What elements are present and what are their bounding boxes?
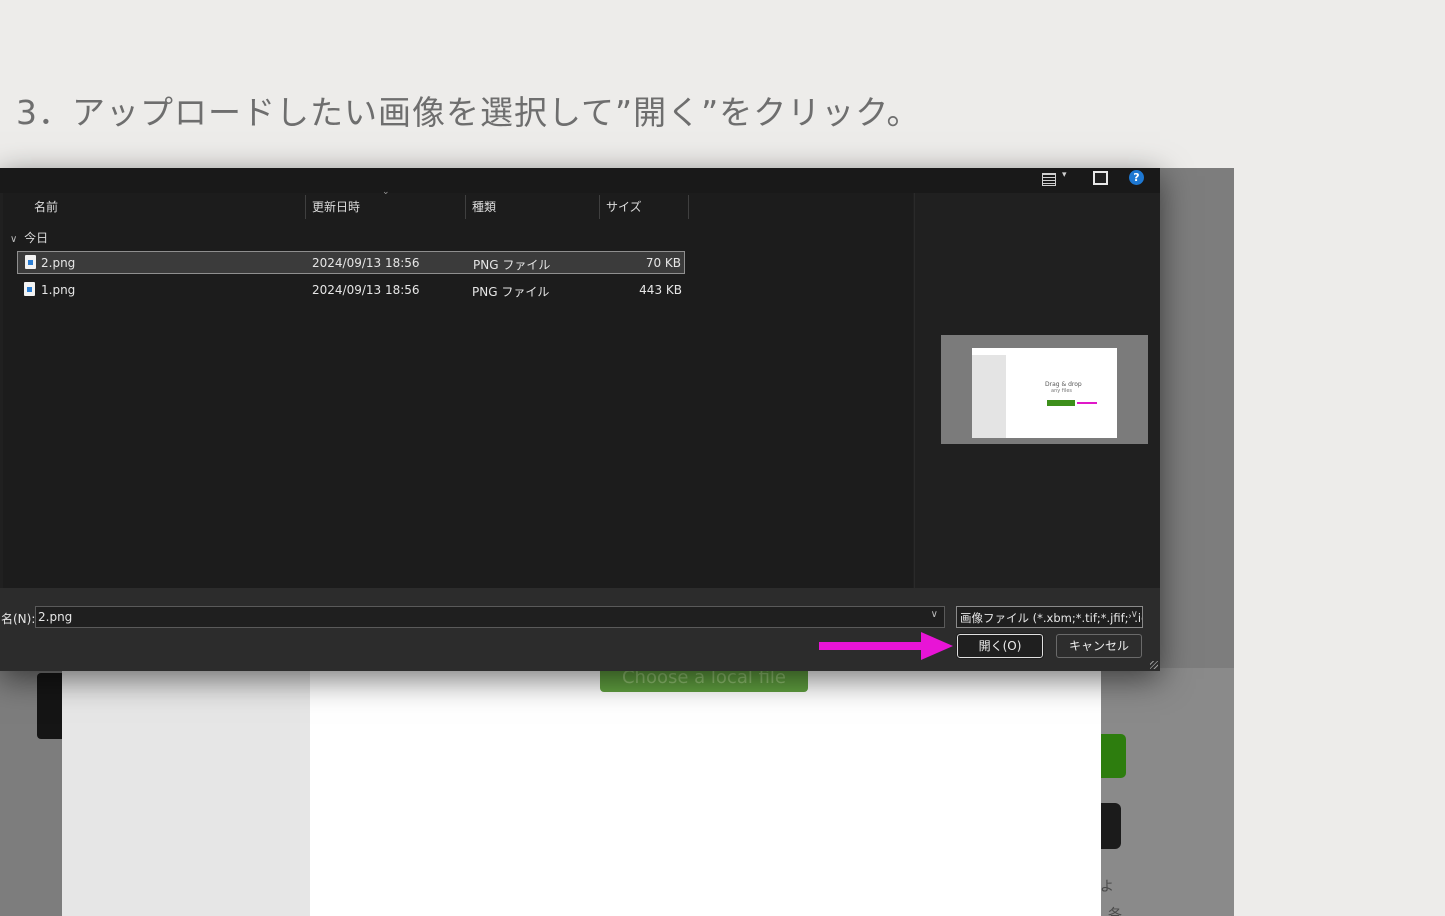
background-dark-button [1101,803,1121,849]
file-type: PNG ファイル [473,258,551,272]
preview-text: any files [1051,388,1073,394]
file-row[interactable]: 2.png 2024/09/13 18:56 PNG ファイル 70 KB [17,251,685,274]
preview-pane: Drag & drop any files [914,193,1160,588]
group-header-today[interactable]: ∨ 今日 [10,229,48,246]
filename-input[interactable]: 2.png ∨ [35,606,945,628]
instruction-heading: 3．アップロードしたい画像を選択して”開く”をクリック。 [16,93,921,132]
background-device [37,673,62,739]
chevron-down-icon: ∨ [10,234,18,245]
file-size: 443 KB [639,283,682,297]
filter-value: 画像ファイル (*.xbm;*.tif;*.jfif;*.ico [960,611,1143,625]
filename-value: 2.png [38,610,73,624]
view-options-icon[interactable]: ▾ [1042,170,1070,189]
column-divider[interactable] [599,195,600,219]
background-green-button [1101,734,1126,778]
file-size: 70 KB [645,256,681,270]
dialog-footer: 名(N): 2.png ∨ 画像ファイル (*.xbm;*.tif;*.jfif… [0,588,1160,671]
background-main-panel [310,668,1101,916]
chevron-down-icon: ∨ [1130,609,1138,620]
file-row[interactable]: 1.png 2024/09/13 18:56 PNG ファイル 443 KB [17,279,685,302]
background-text-fragment: 各 [1108,907,1122,916]
column-divider[interactable] [305,195,306,219]
png-file-icon [25,255,36,269]
column-header-name[interactable]: 名前 [34,193,58,221]
file-type: PNG ファイル [472,285,550,299]
file-name: 1.png [41,283,76,297]
column-divider[interactable] [465,195,466,219]
file-preview-thumbnail: Drag & drop any files [941,335,1148,444]
background-right-panel [1101,668,1234,916]
file-modified: 2024/09/13 18:56 [312,256,420,270]
preview-text: Drag & drop [1045,381,1082,388]
file-open-dialog: ▾ ? 名前 ⌄ 更新日時 種類 サイズ ∨ 今日 2.png 2024/09/… [0,168,1160,671]
column-header-type[interactable]: 種類 [472,193,496,221]
cancel-button[interactable]: キャンセル [1056,634,1142,658]
background-text-fragment: よ [1100,879,1114,895]
file-modified: 2024/09/13 18:56 [312,283,420,297]
column-header-size[interactable]: サイズ [606,193,642,221]
file-list[interactable]: 名前 ⌄ 更新日時 種類 サイズ ∨ 今日 2.png 2024/09/13 1… [3,187,913,588]
annotation-arrow-icon [819,632,953,660]
file-name: 2.png [41,256,76,270]
filename-label: 名(N): [1,612,36,626]
column-header-modified[interactable]: 更新日時 [312,193,360,221]
png-file-icon [24,282,35,296]
preview-pane-icon[interactable] [1093,171,1108,185]
open-button[interactable]: 開く(O) [956,633,1044,659]
chevron-down-icon[interactable]: ∨ [931,609,938,620]
help-icon[interactable]: ? [1129,170,1144,185]
sort-caret-icon: ⌄ [382,187,390,197]
group-label: 今日 [24,231,49,245]
resize-grip-icon[interactable] [1150,661,1158,669]
background-left-panel [62,668,310,916]
dialog-toolbar: ▾ ? [0,168,1160,193]
column-divider[interactable] [688,195,689,219]
file-type-filter-select[interactable]: 画像ファイル (*.xbm;*.tif;*.jfif;*.ico ∨ [956,606,1143,628]
